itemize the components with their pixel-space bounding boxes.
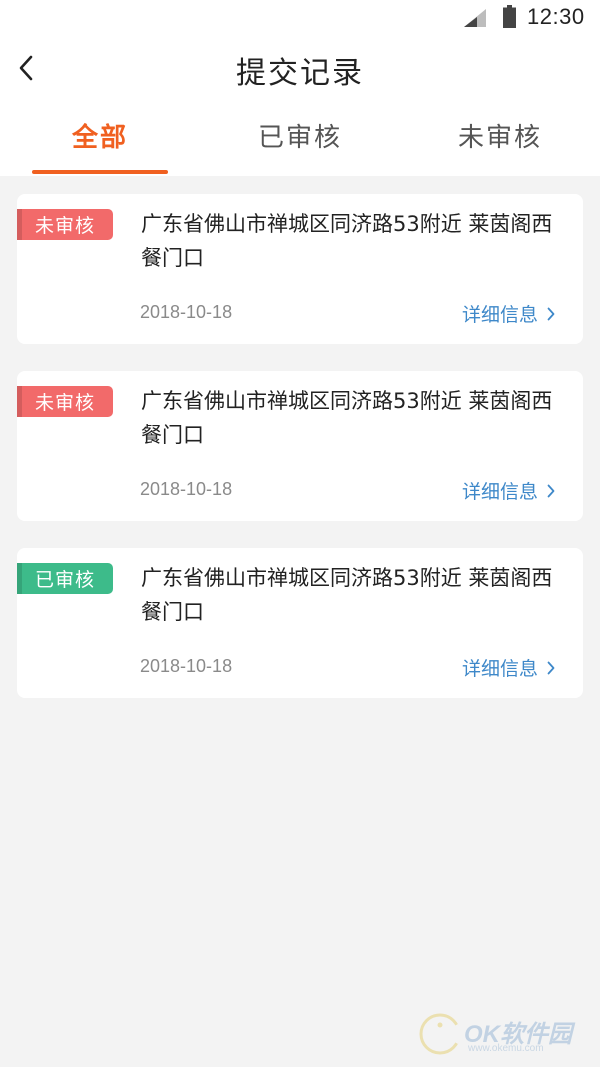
status-bar: 12:30 bbox=[0, 0, 600, 36]
detail-link-label: 详细信息 bbox=[461, 658, 538, 680]
battery-icon bbox=[503, 5, 516, 28]
signal-icon bbox=[464, 9, 486, 27]
chevron-right-icon bbox=[547, 484, 555, 497]
record-date: 2018-10-18 bbox=[140, 656, 233, 676]
detail-link[interactable]: 详细信息 bbox=[462, 477, 555, 504]
chevron-right-icon bbox=[547, 307, 555, 320]
detail-link-label: 详细信息 bbox=[461, 304, 538, 326]
tab-pending[interactable]: 未审核 bbox=[400, 100, 600, 176]
watermark-icon bbox=[419, 1013, 461, 1055]
record-address: 广东省佛山市禅城区同济路53附近 莱茵阁西餐门口 bbox=[141, 212, 553, 270]
record-card[interactable]: 未审核 广东省佛山市禅城区同济路53附近 莱茵阁西餐门口 2018-10-18 … bbox=[17, 371, 583, 521]
tab-bar: 全部 已审核 未审核 bbox=[0, 100, 600, 176]
record-date: 2018-10-18 bbox=[140, 302, 233, 322]
page-title: 提交记录 bbox=[236, 56, 364, 91]
record-address: 广东省佛山市禅城区同济路53附近 莱茵阁西餐门口 bbox=[141, 389, 553, 447]
detail-link[interactable]: 详细信息 bbox=[462, 300, 555, 327]
record-date: 2018-10-18 bbox=[140, 479, 233, 499]
record-card[interactable]: 未审核 广东省佛山市禅城区同济路53附近 莱茵阁西餐门口 2018-10-18 … bbox=[17, 194, 583, 344]
detail-link[interactable]: 详细信息 bbox=[462, 654, 555, 681]
chevron-right-icon bbox=[547, 661, 555, 674]
status-badge: 未审核 bbox=[17, 386, 113, 417]
record-list: 未审核 广东省佛山市禅城区同济路53附近 莱茵阁西餐门口 2018-10-18 … bbox=[17, 194, 583, 725]
record-address: 广东省佛山市禅城区同济路53附近 莱茵阁西餐门口 bbox=[141, 566, 553, 624]
status-badge: 未审核 bbox=[17, 209, 113, 240]
record-card[interactable]: 已审核 广东省佛山市禅城区同济路53附近 莱茵阁西餐门口 2018-10-18 … bbox=[17, 548, 583, 698]
watermark-logo: OK软件园 www.okemu.com bbox=[418, 1010, 598, 1060]
status-time: 12:30 bbox=[527, 4, 585, 29]
detail-link-label: 详细信息 bbox=[461, 481, 538, 503]
tab-active-indicator bbox=[32, 170, 168, 174]
tab-approved[interactable]: 已审核 bbox=[200, 100, 400, 176]
tab-all[interactable]: 全部 bbox=[0, 100, 200, 176]
header: 提交记录 bbox=[0, 36, 600, 100]
status-badge: 已审核 bbox=[17, 563, 113, 594]
watermark-subtext: www.okemu.com bbox=[468, 1043, 544, 1054]
